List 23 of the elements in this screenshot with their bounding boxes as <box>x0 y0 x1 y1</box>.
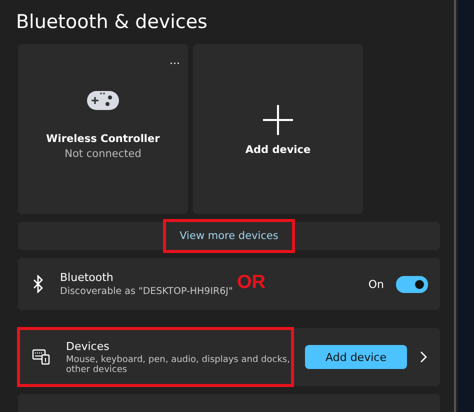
toggle-switch[interactable] <box>396 276 428 292</box>
chevron-right-icon <box>419 351 427 363</box>
bluetooth-icon <box>32 275 44 293</box>
setting-description: Discoverable as "DESKTOP-HH9IR6J" <box>60 286 233 297</box>
tile-label: Add device <box>245 144 311 156</box>
setting-title: Devices <box>66 340 110 352</box>
keyboard-icon <box>32 349 50 365</box>
toggle-state: On <box>368 278 384 290</box>
device-tile[interactable]: ... Wireless Controller Not connected <box>18 44 188 214</box>
setting-description: Mouse, keyboard, pen, audio, displays and docks, other devices <box>66 354 291 374</box>
gamepad-icon <box>86 89 120 111</box>
view-more-link[interactable]: View more devices <box>164 220 294 252</box>
add-device-tile[interactable]: Add device <box>193 44 363 214</box>
setting-title: Bluetooth <box>60 271 114 284</box>
more-options-button[interactable]: ... <box>170 54 180 67</box>
add-device-button[interactable]: Add device <box>305 345 407 369</box>
plus-icon <box>262 104 294 136</box>
page-title: Bluetooth & devices <box>16 10 208 35</box>
scrollbar[interactable] <box>454 0 456 412</box>
devices-row[interactable]: Devices Mouse, keyboard, pen, audio, displays and docks, other devices Add device <box>18 328 440 386</box>
annotation-text: OR <box>237 272 266 294</box>
device-status: Not connected <box>64 148 142 160</box>
device-name: Wireless Controller <box>46 133 160 145</box>
